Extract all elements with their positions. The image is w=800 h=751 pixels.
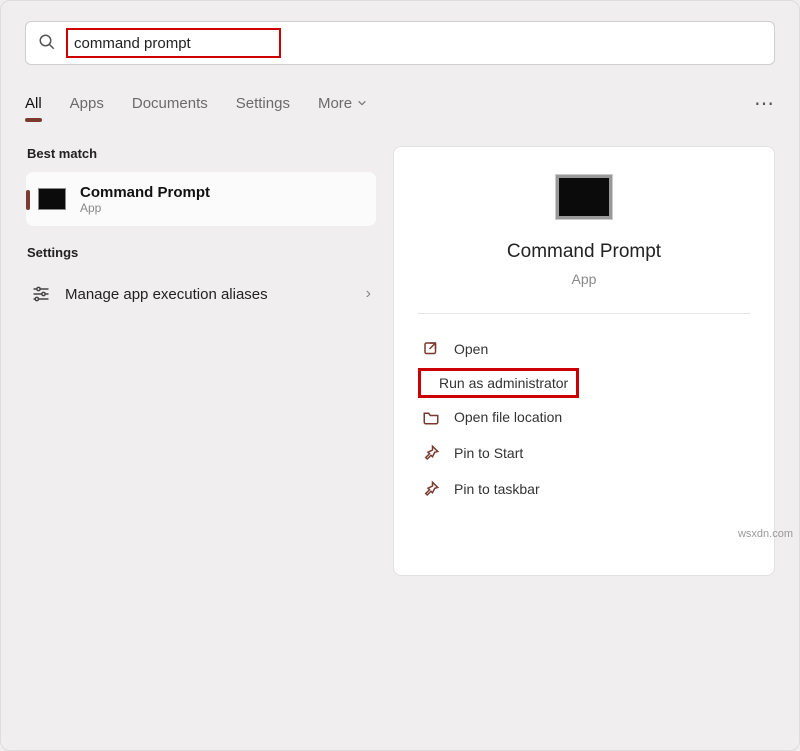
- filter-tabs: All Apps Documents Settings More ⋯: [25, 65, 775, 122]
- action-pin-to-taskbar[interactable]: Pin to taskbar: [418, 472, 750, 506]
- command-prompt-icon: [38, 188, 66, 210]
- details-title: Command Prompt: [507, 241, 661, 263]
- tab-more[interactable]: More: [318, 95, 367, 112]
- pin-icon: [422, 480, 440, 498]
- action-open[interactable]: Open: [418, 332, 750, 366]
- search-input[interactable]: [72, 34, 275, 53]
- folder-icon: [422, 408, 440, 426]
- details-header: Command Prompt App: [418, 175, 750, 314]
- action-run-as-administrator[interactable]: Run as administrator: [439, 375, 568, 391]
- tab-documents[interactable]: Documents: [132, 95, 208, 112]
- chevron-right-icon: ›: [366, 285, 371, 303]
- results-column: Best match Command Prompt App Settings: [25, 146, 377, 318]
- action-label: Open: [454, 341, 488, 357]
- action-label: Pin to taskbar: [454, 481, 540, 497]
- tab-more-label: More: [318, 95, 352, 112]
- command-prompt-icon: [556, 175, 612, 219]
- details-subtitle: App: [572, 271, 597, 287]
- action-label: Pin to Start: [454, 445, 523, 461]
- result-title: Command Prompt: [80, 184, 210, 201]
- more-options-button[interactable]: ⋯: [754, 91, 775, 116]
- watermark: wsxdn.com: [738, 528, 793, 540]
- action-open-file-location[interactable]: Open file location: [418, 400, 750, 434]
- tab-all[interactable]: All: [25, 95, 42, 112]
- chevron-down-icon: [357, 95, 367, 112]
- settings-result[interactable]: Manage app execution aliases ›: [25, 270, 377, 318]
- action-label: Open file location: [454, 409, 562, 425]
- details-pane: Command Prompt App Open R: [393, 146, 775, 576]
- settings-heading: Settings: [25, 245, 377, 270]
- open-icon: [422, 340, 440, 358]
- result-subtitle: App: [80, 201, 210, 215]
- tab-settings[interactable]: Settings: [236, 95, 290, 112]
- search-bar[interactable]: [25, 21, 775, 65]
- action-label: Run as administrator: [439, 375, 568, 391]
- action-list: Open Run as administrator: [418, 332, 750, 506]
- settings-result-label: Manage app execution aliases: [65, 286, 352, 303]
- selection-accent: [26, 190, 30, 210]
- search-icon: [38, 33, 56, 54]
- best-match-result[interactable]: Command Prompt App: [25, 171, 377, 227]
- search-highlight: [66, 28, 281, 58]
- action-run-as-administrator-wrap: Run as administrator: [418, 368, 750, 398]
- best-match-heading: Best match: [25, 146, 377, 171]
- action-highlight: Run as administrator: [418, 368, 579, 398]
- pin-icon: [422, 444, 440, 462]
- tab-apps[interactable]: Apps: [70, 95, 104, 112]
- action-pin-to-start[interactable]: Pin to Start: [418, 436, 750, 470]
- sliders-icon: [31, 284, 51, 304]
